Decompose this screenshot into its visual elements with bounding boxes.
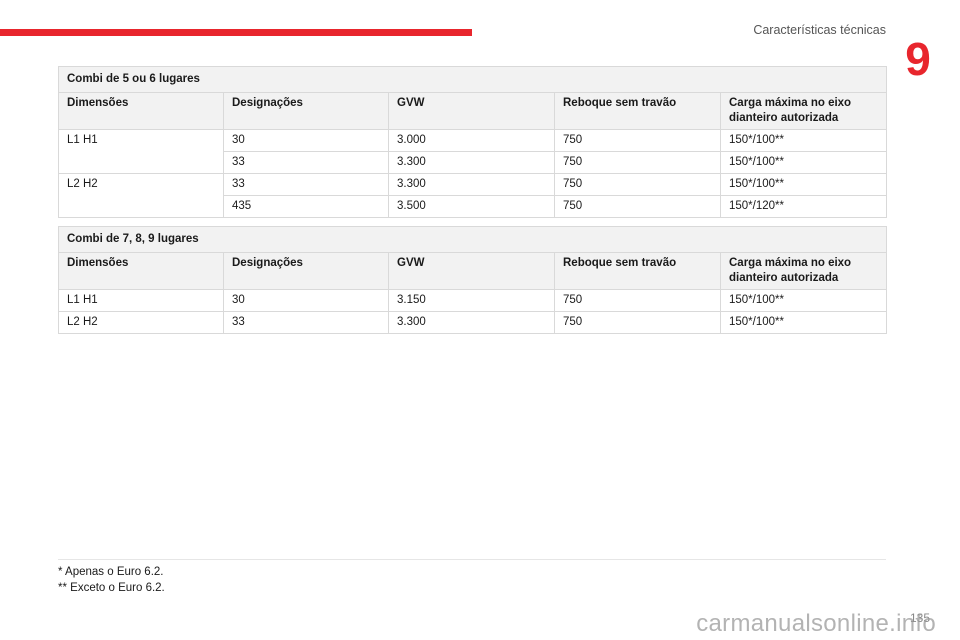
- table-cell: 150*/100**: [720, 173, 887, 196]
- table-cell: 150*/100**: [720, 151, 887, 174]
- table-cell: 3.500: [388, 195, 555, 218]
- footnotes: * Apenas o Euro 6.2. ** Exceto o Euro 6.…: [58, 564, 165, 596]
- table-caption-row: Combi de 7, 8, 9 lugares: [57, 226, 888, 253]
- table-caption: Combi de 7, 8, 9 lugares: [57, 226, 888, 253]
- table-cell: 750: [554, 195, 721, 218]
- column-header: GVW: [388, 252, 555, 290]
- footnote-divider: [58, 559, 886, 560]
- table-cell: 3.000: [388, 129, 555, 152]
- table-cell: 750: [554, 173, 721, 196]
- table-row: L1 H1 30 3.150 750 150*/100**: [58, 289, 888, 312]
- footnote: ** Exceto o Euro 6.2.: [58, 582, 165, 594]
- table-caption-row: Combi de 5 ou 6 lugares: [58, 66, 887, 93]
- footnote: * Apenas o Euro 6.2.: [58, 566, 164, 578]
- table-cell: 30: [223, 289, 389, 312]
- table-cell: 3.150: [388, 289, 555, 312]
- table-row: L1 H1 30 3.000 750 150*/100**: [58, 129, 887, 152]
- column-header: Carga máxima no eixo dianteiro autorizad…: [719, 252, 888, 290]
- table-caption: Combi de 5 ou 6 lugares: [58, 66, 887, 93]
- table-cell: L1 H1: [58, 289, 224, 312]
- table-cell: 150*/100**: [720, 129, 887, 152]
- table-cell: 33: [223, 311, 389, 334]
- table-cell: L2 H2: [58, 173, 224, 196]
- column-header: Reboque sem travão: [554, 92, 721, 130]
- table-cell: L1 H1: [58, 129, 224, 152]
- column-header: Dimensões: [58, 92, 224, 130]
- table-cell: 750: [554, 289, 721, 312]
- table-cell: 3.300: [388, 151, 555, 174]
- spec-table-7-8-9-seats: Combi de 7, 8, 9 lugares Dimensões Desig…: [57, 226, 888, 334]
- table-cell: 750: [554, 311, 721, 334]
- table-cell: 150*/100**: [719, 311, 888, 334]
- table-cell: 33: [223, 151, 389, 174]
- chapter-number: 9: [905, 33, 931, 85]
- table-cell: 3.300: [388, 173, 555, 196]
- table-header-row: Dimensões Designações GVW Reboque sem tr…: [58, 252, 888, 290]
- spec-table-5-6-seats: Combi de 5 ou 6 lugares Dimensões Design…: [58, 66, 887, 218]
- column-header: Designações: [223, 252, 389, 290]
- table-cell: 150*/120**: [720, 195, 887, 218]
- column-header: Designações: [223, 92, 389, 130]
- table-cell: 150*/100**: [719, 289, 888, 312]
- column-header: Reboque sem travão: [554, 252, 721, 290]
- table-cell: 435: [223, 195, 389, 218]
- section-title: Características técnicas: [753, 23, 886, 37]
- table-cell: 3.300: [388, 311, 555, 334]
- table-cell: [58, 195, 224, 218]
- table-cell: 33: [223, 173, 389, 196]
- table-cell: 30: [223, 129, 389, 152]
- table-row: 435 3.500 750 150*/120**: [58, 195, 887, 218]
- table-cell: 750: [554, 151, 721, 174]
- table-row: L2 H2 33 3.300 750 150*/100**: [58, 173, 887, 196]
- table-cell: L2 H2: [58, 311, 224, 334]
- column-header: Dimensões: [58, 252, 224, 290]
- table-row: L2 H2 33 3.300 750 150*/100**: [58, 311, 888, 334]
- table-cell: 750: [554, 129, 721, 152]
- header-red-bar: [0, 29, 472, 36]
- column-header: GVW: [388, 92, 555, 130]
- table-row: 33 3.300 750 150*/100**: [58, 151, 887, 174]
- table-cell: [58, 151, 224, 174]
- watermark: carmanualsonline.info: [696, 610, 936, 637]
- column-header: Carga máxima no eixo dianteiro autorizad…: [720, 92, 887, 130]
- table-header-row: Dimensões Designações GVW Reboque sem tr…: [58, 92, 887, 130]
